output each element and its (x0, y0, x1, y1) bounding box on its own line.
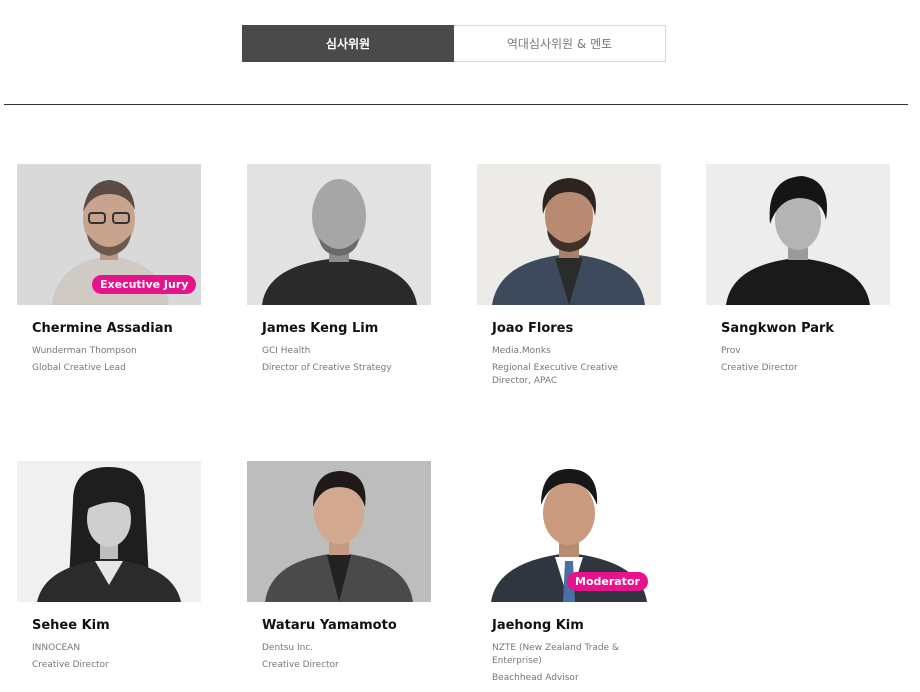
jury-card: Executive Jury Chermine Assadian Wunderm… (17, 164, 201, 375)
tab-past-jury-mentors[interactable]: 역대심사위원 & 멘토 (454, 25, 666, 62)
portrait-photo (706, 164, 890, 305)
portrait-photo (247, 461, 431, 602)
tab-current-jury[interactable]: 심사위원 (242, 25, 454, 62)
portrait-photo: Moderator (477, 461, 661, 602)
juror-title: Creative Director (262, 660, 339, 670)
divider (4, 104, 908, 105)
portrait-photo (247, 164, 431, 305)
juror-name: Sangkwon Park (721, 321, 835, 336)
juror-title: Creative Director (32, 660, 109, 670)
juror-company: INNOCEAN (32, 643, 81, 653)
juror-name: Joao Flores (492, 321, 574, 336)
juror-company: Prov (721, 346, 741, 356)
portrait-photo: Executive Jury (17, 164, 201, 305)
juror-name: Chermine Assadian (32, 321, 173, 336)
juror-title: Director of Creative Strategy (262, 363, 392, 373)
jury-card: Moderator Jaehong Kim NZTE (New Zealand … (477, 461, 661, 685)
juror-name: Wataru Yamamoto (262, 618, 397, 633)
jury-card: Sangkwon Park Prov Creative Director (706, 164, 890, 375)
juror-company: Dentsu Inc. (262, 643, 314, 653)
juror-title: Global Creative Lead (32, 363, 126, 373)
moderator-badge: Moderator (567, 572, 648, 591)
executive-jury-badge: Executive Jury (92, 275, 197, 294)
portrait-photo (17, 461, 201, 602)
juror-company: GCI Health (262, 346, 311, 356)
juror-name: Sehee Kim (32, 618, 110, 633)
juror-title: Regional Executive Creative Director, AP… (492, 363, 619, 386)
juror-title: Beachhead Advisor (492, 673, 579, 683)
juror-name: James Keng Lim (262, 321, 379, 336)
jury-card: Joao Flores Media.Monks Regional Executi… (477, 164, 661, 388)
juror-company: NZTE (New Zealand Trade & Enterprise) (492, 643, 619, 666)
juror-name: Jaehong Kim (492, 618, 584, 633)
jury-card: Wataru Yamamoto Dentsu Inc. Creative Dir… (247, 461, 431, 672)
portrait-photo (477, 164, 661, 305)
juror-title: Creative Director (721, 363, 798, 373)
juror-company: Media.Monks (492, 346, 551, 356)
jury-card: Sehee Kim INNOCEAN Creative Director (17, 461, 201, 672)
jury-tabs: 심사위원 역대심사위원 & 멘토 (242, 25, 666, 62)
juror-company: Wunderman Thompson (32, 346, 137, 356)
jury-card: James Keng Lim GCI Health Director of Cr… (247, 164, 431, 375)
